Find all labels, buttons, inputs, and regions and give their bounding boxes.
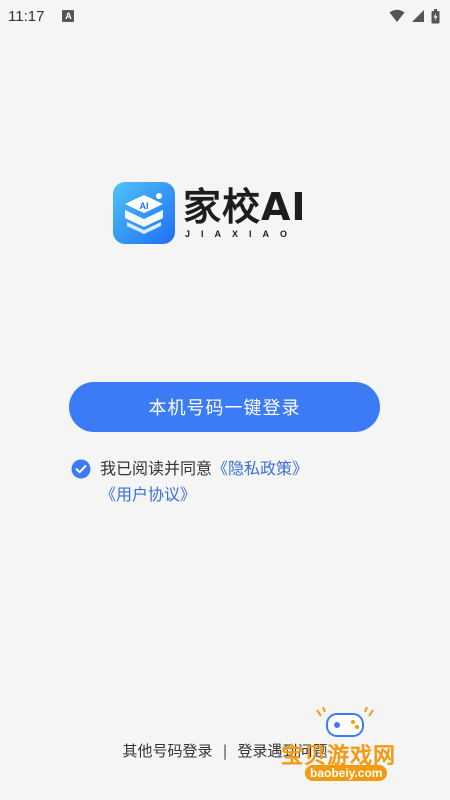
- user-agreement-link[interactable]: 《用户协议》: [100, 485, 196, 504]
- agreement-row: 我已阅读并同意《隐私政策》《用户协议》: [71, 456, 391, 508]
- status-bar: 11:17 A: [0, 0, 450, 32]
- logo-text: 家校AI JIAXIAO: [183, 186, 307, 239]
- watermark-url: baobeiy.com: [305, 765, 388, 781]
- book-ai-logo-icon: AI: [113, 181, 175, 244]
- privacy-policy-link[interactable]: 《隐私政策》: [212, 459, 308, 478]
- wifi-icon: [389, 9, 405, 22]
- checkbox-checked-icon[interactable]: [71, 459, 91, 479]
- notification-a-icon: A: [62, 10, 75, 22]
- battery-icon: [431, 8, 440, 23]
- watermark: 宝贝游戏网 baobeiy.com: [275, 706, 425, 786]
- signal-icon: [412, 10, 424, 22]
- gamepad-icon: [316, 706, 374, 737]
- logo-subtitle: JIAXIAO: [185, 229, 299, 239]
- status-icons: [389, 8, 440, 24]
- svg-text:AI: AI: [140, 201, 149, 211]
- logo-title: 家校AI: [183, 185, 307, 229]
- agreement-text: 我已阅读并同意《隐私政策》《用户协议》: [100, 456, 391, 508]
- bottom-separator: |: [222, 742, 228, 760]
- other-number-login-link[interactable]: 其他号码登录: [122, 742, 212, 760]
- one-click-login-button[interactable]: 本机号码一键登录: [69, 382, 380, 432]
- app-logo: AI 家校AI JIAXIAO: [113, 180, 338, 245]
- status-time: 11:17: [8, 7, 45, 25]
- agreement-prefix: 我已阅读并同意: [100, 459, 213, 478]
